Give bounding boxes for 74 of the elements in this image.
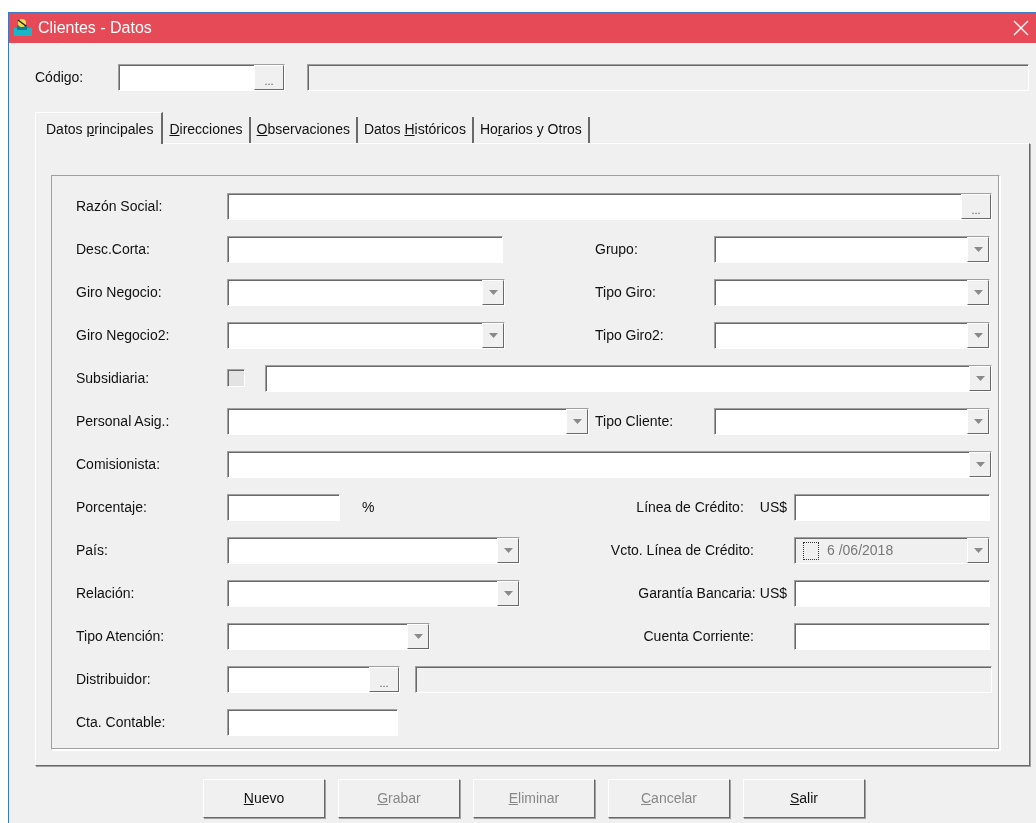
field-label: Distribuidor: — [76, 670, 152, 689]
dropdown-field[interactable] — [714, 236, 990, 263]
date-value: 6 /06/2018 — [827, 541, 894, 560]
field-label: Desc.Corta: — [76, 240, 151, 259]
dropdown-arrow-icon — [975, 376, 985, 381]
input-field[interactable] — [794, 623, 990, 650]
lookup-button[interactable]: ... — [961, 194, 991, 219]
tab[interactable]: Datos Históricos — [357, 117, 474, 143]
currency-label: US$ — [759, 498, 787, 517]
code-field[interactable]: ... — [118, 63, 285, 91]
field-label: Razón Social: — [76, 197, 164, 216]
field-label: Cta. Contable: — [76, 713, 167, 732]
dropdown-field[interactable] — [227, 451, 992, 478]
field-label: Tipo Giro2: — [595, 326, 665, 345]
dropdown-arrow-icon — [973, 333, 983, 338]
field-label: Tipo Cliente: — [595, 412, 675, 431]
dropdown-arrow-icon — [975, 462, 985, 467]
field-label: Personal Asig.: — [76, 412, 171, 431]
field-label: Cuenta Corriente: — [643, 627, 754, 646]
dropdown-field[interactable] — [227, 279, 505, 306]
tab[interactable]: Direcciones — [163, 117, 251, 143]
dialog-button[interactable]: Salir — [743, 779, 865, 818]
field-label: Comisionista: — [76, 455, 162, 474]
dropdown-arrow-icon — [572, 419, 582, 424]
field-label: Garantía Bancaria: — [638, 584, 756, 603]
field-label: Subsidiaria: — [76, 369, 151, 388]
code-label: Código: — [35, 67, 85, 87]
dropdown-arrow-icon — [973, 247, 983, 252]
window-title: Clientes - Datos — [38, 18, 152, 38]
field-label: Vcto. Línea de Crédito: — [610, 541, 754, 560]
dropdown-field[interactable] — [714, 408, 990, 435]
lookup-field[interactable]: ... — [227, 193, 992, 220]
tab[interactable]: Datos principales — [35, 112, 164, 144]
unit-label: % — [362, 498, 375, 517]
input-field[interactable] — [227, 494, 340, 521]
lookup-button[interactable]: ... — [254, 64, 284, 90]
lookup-field[interactable]: ... — [227, 666, 400, 693]
dropdown-arrow-icon — [503, 548, 513, 553]
dropdown-arrow-icon — [413, 634, 423, 639]
dropdown-arrow-icon — [503, 591, 513, 596]
field-label: Tipo Giro: — [595, 283, 657, 302]
dropdown-field[interactable] — [714, 279, 990, 306]
checkbox[interactable] — [227, 369, 245, 387]
input-field[interactable] — [227, 709, 398, 736]
dropdown-field[interactable] — [227, 580, 520, 607]
dropdown-arrow-icon — [973, 290, 983, 295]
tab[interactable]: Horarios y Otros — [473, 117, 590, 143]
close-icon — [1013, 20, 1029, 36]
input-field[interactable] — [794, 580, 990, 607]
dropdown-field[interactable] — [714, 322, 990, 349]
field-label: Relación: — [76, 584, 136, 603]
field-label: Grupo: — [595, 240, 639, 259]
field-label: País: — [76, 541, 109, 560]
field-label: Porcentaje: — [76, 498, 148, 517]
input-field[interactable] — [794, 494, 990, 521]
dropdown-field[interactable] — [227, 408, 589, 435]
app-icon — [12, 18, 34, 38]
dropdown-arrow-icon — [488, 290, 498, 295]
dropdown-field[interactable] — [265, 365, 992, 392]
dropdown-field[interactable] — [227, 537, 520, 564]
dropdown-field[interactable] — [227, 322, 505, 349]
field-label: Giro Negocio: — [76, 283, 163, 302]
dialog-button[interactable]: Nuevo — [203, 779, 325, 818]
input-field[interactable] — [227, 236, 503, 263]
field-label: Línea de Crédito: — [636, 498, 744, 517]
dropdown-arrow-icon — [973, 548, 983, 553]
tab[interactable]: Observaciones — [250, 117, 358, 143]
dropdown-arrow-icon — [488, 333, 498, 338]
field-label: Tipo Atención: — [76, 627, 166, 646]
dropdown-field[interactable] — [227, 623, 430, 650]
dropdown-arrow-icon — [973, 419, 983, 424]
lookup-button[interactable]: ... — [369, 667, 399, 692]
currency-label: US$ — [759, 584, 787, 603]
field-label: Giro Negocio2: — [76, 326, 171, 345]
